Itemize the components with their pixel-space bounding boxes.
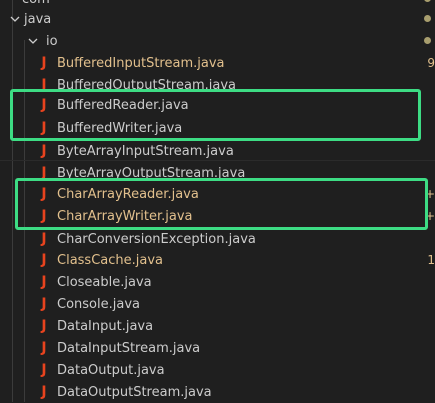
- file-name: DataOutput.java: [57, 362, 165, 378]
- file-row[interactable]: J DataOutput.java: [0, 359, 435, 381]
- file-row[interactable]: J DataInput.java: [0, 315, 435, 337]
- file-row[interactable]: J DataOutputStream.java: [0, 381, 435, 403]
- java-file-icon: J: [41, 318, 47, 334]
- folder-label-io: io: [46, 33, 58, 49]
- file-name: Console.java: [57, 296, 140, 312]
- file-name: DataOutputStream.java: [57, 384, 212, 400]
- folder-label-com: com: [22, 0, 50, 7]
- change-dot: [424, 0, 431, 2]
- java-file-icon: J: [41, 143, 47, 159]
- file-row[interactable]: J ByteArrayInputStream.java: [0, 140, 435, 162]
- file-name: CharConversionException.java: [57, 231, 256, 247]
- file-name: DataInputStream.java: [57, 340, 201, 356]
- java-file-icon: J: [41, 384, 47, 400]
- change-dot: [424, 37, 431, 44]
- java-file-icon: J: [41, 252, 47, 268]
- chevron-down-icon[interactable]: [26, 30, 40, 52]
- file-name: DataInput.java: [57, 318, 154, 334]
- git-status-badge: 1: [427, 253, 435, 267]
- java-file-icon: J: [41, 296, 47, 312]
- java-file-icon: J: [41, 55, 47, 71]
- tree-row-io-folder[interactable]: io: [0, 30, 435, 52]
- highlight-box-buffered-reader-writer: [10, 89, 421, 141]
- java-file-icon: J: [41, 340, 47, 356]
- file-name: ClassCache.java: [57, 252, 163, 268]
- file-row[interactable]: J CharConversionException.java: [0, 228, 435, 250]
- change-dot: [424, 15, 431, 22]
- java-file-icon: J: [41, 274, 47, 290]
- chevron-down-icon[interactable]: [8, 8, 22, 30]
- file-row[interactable]: J DataInputStream.java: [0, 337, 435, 359]
- file-row[interactable]: J ClassCache.java 1: [0, 249, 435, 271]
- file-name: BufferedInputStream.java: [57, 55, 225, 71]
- tree-row-java-folder[interactable]: java: [0, 8, 435, 30]
- file-row[interactable]: J Closeable.java: [0, 271, 435, 293]
- file-name: ByteArrayInputStream.java: [57, 143, 234, 159]
- git-status-badge: 9: [427, 56, 435, 70]
- folder-label-java: java: [24, 11, 52, 27]
- java-file-icon: J: [41, 362, 47, 378]
- highlight-box-char-array-reader-writer: [15, 178, 428, 230]
- file-name: Closeable.java: [57, 274, 152, 290]
- file-row[interactable]: J Console.java: [0, 293, 435, 315]
- java-file-icon: J: [41, 231, 47, 247]
- file-row[interactable]: J BufferedInputStream.java 9: [0, 52, 435, 74]
- file-explorer-tree: com java io J BufferedInputStream.java 9…: [0, 0, 435, 402]
